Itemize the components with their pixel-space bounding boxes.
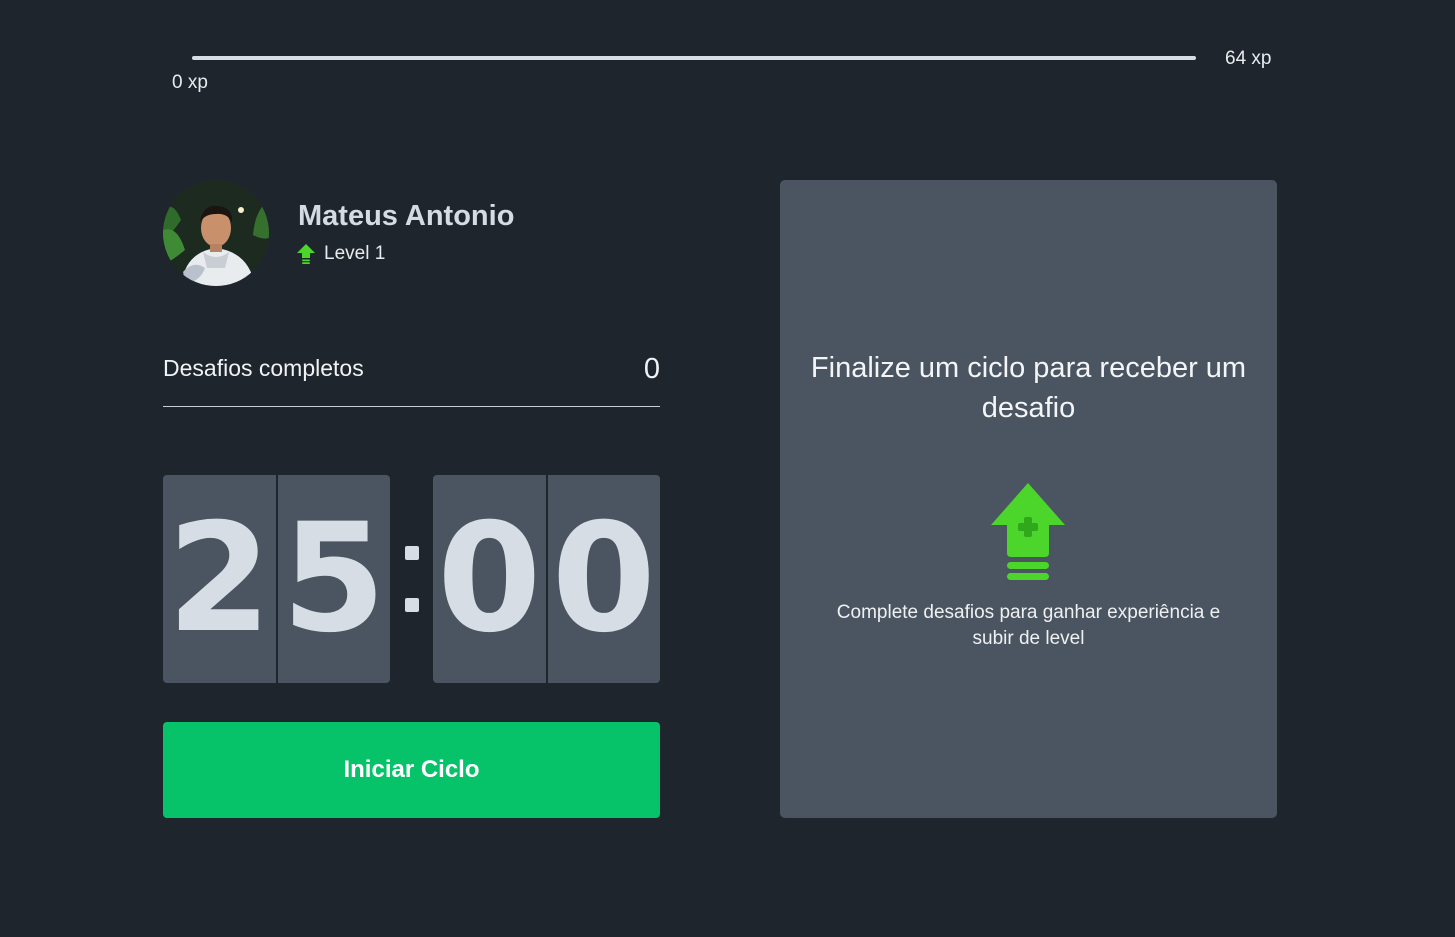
level-label: Level 1 <box>324 243 386 264</box>
experience-bar <box>192 56 1196 60</box>
minute-ones-digit: 5 <box>275 475 391 683</box>
level-up-icon <box>991 483 1065 580</box>
challenge-card-description: Complete desafios para ganhar experiênci… <box>836 602 1221 649</box>
second-ones-digit: 0 <box>545 475 661 683</box>
completed-challenges: Desafios completos 0 <box>163 352 660 407</box>
challenge-card-title: Finalize um ciclo para receber um desafi… <box>810 352 1247 424</box>
level-up-arrow-icon <box>297 244 315 264</box>
countdown-minutes: 2 5 <box>163 475 390 683</box>
challenge-card: Finalize um ciclo para receber um desafi… <box>780 180 1277 818</box>
experience-max-label: 64 xp <box>1225 48 1272 69</box>
second-tens-digit: 0 <box>437 492 542 666</box>
completed-challenges-count: 0 <box>643 353 660 385</box>
start-cycle-button[interactable]: Iniciar Ciclo <box>163 722 660 818</box>
profile-level: Level 1 <box>297 243 385 265</box>
completed-challenges-label: Desafios completos <box>163 355 364 381</box>
countdown: 2 5 0 0 <box>163 475 660 683</box>
avatar-photo <box>163 180 269 286</box>
minute-tens-digit: 2 <box>167 492 272 666</box>
avatar <box>163 180 269 286</box>
countdown-seconds: 0 0 <box>433 475 660 683</box>
experience-min-label: 0 xp <box>172 72 208 93</box>
moveit-page: 0 xp 64 xp Mateus Antonio Level 1 Desafi… <box>0 0 1455 937</box>
countdown-separator <box>390 475 433 683</box>
profile-name: Mateus Antonio <box>298 200 515 232</box>
